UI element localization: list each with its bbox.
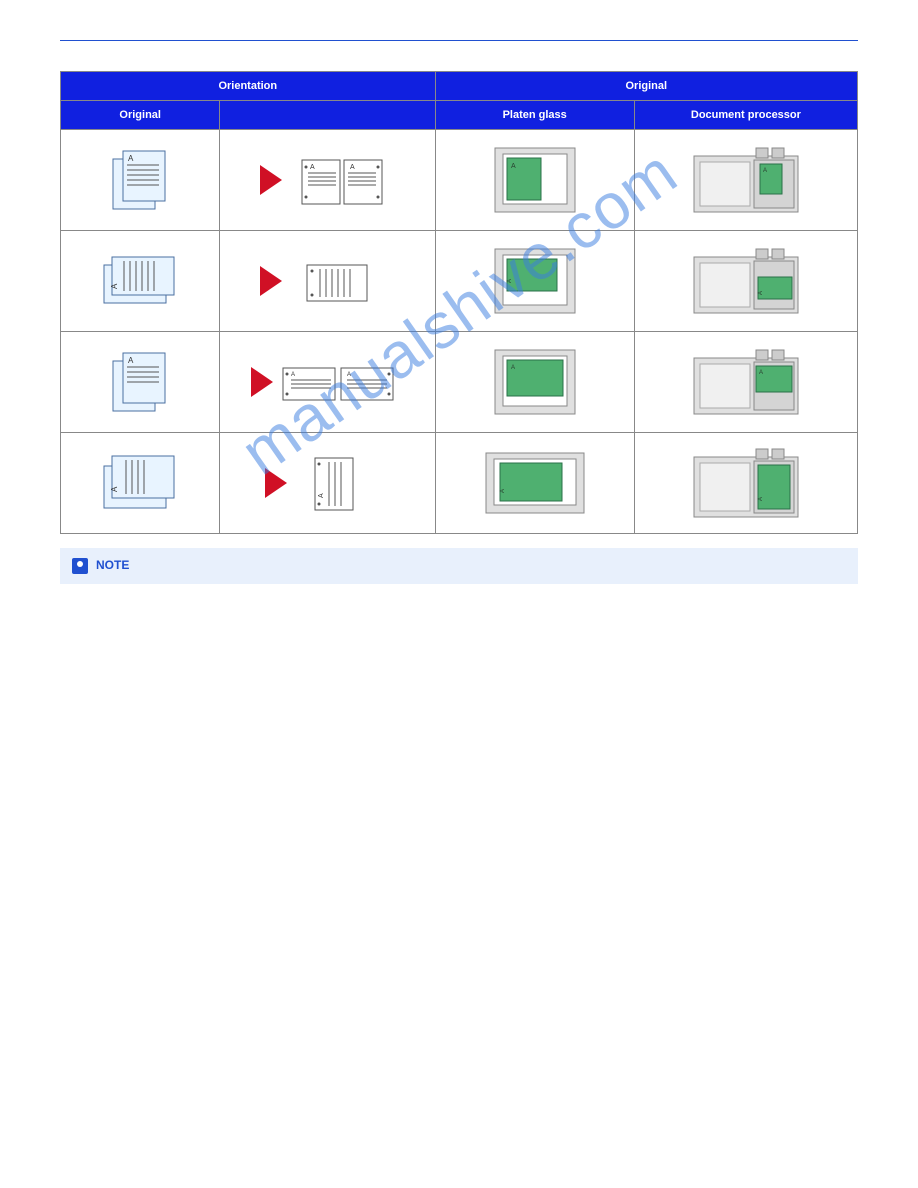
svg-text:A: A [347, 372, 351, 378]
th-docproc: Document processor [634, 101, 857, 130]
svg-text:A: A [291, 372, 295, 378]
note-box: NOTE [60, 548, 858, 584]
table-row: A A A [61, 130, 858, 231]
docproc-portrait-tall-icon: A [686, 443, 806, 523]
cell-original-3: A [61, 332, 220, 433]
cell-docproc-3: A [634, 332, 857, 433]
header-rule [60, 40, 858, 41]
landscape-pages-icon: A [90, 448, 190, 518]
cell-docproc-1: A [634, 130, 857, 231]
svg-text:A: A [318, 493, 325, 498]
svg-text:A: A [128, 356, 134, 365]
orientation-sizes-table: Orientation Original Original Platen gla… [60, 71, 858, 534]
cell-docproc-4: A [634, 433, 857, 534]
svg-text:A: A [500, 489, 506, 493]
arrow-output-portrait-icon: A [257, 448, 397, 518]
svg-text:A: A [110, 283, 119, 289]
th-output [220, 101, 435, 130]
cell-platen-1: A [435, 130, 634, 231]
th-orientation: Orientation [61, 72, 436, 101]
cell-output-1: A A [220, 130, 435, 231]
arrow-output-landscape-pair-icon: A A [247, 352, 407, 412]
portrait-pages-icon: A [95, 347, 185, 417]
landscape-pages-icon: A [90, 251, 190, 311]
cell-output-3: A A [220, 332, 435, 433]
cell-original-4: A [61, 433, 220, 534]
note-icon [72, 558, 88, 574]
docproc-landscape-icon: A [686, 243, 806, 319]
svg-text:A: A [128, 154, 134, 163]
platen-landscape-wide-icon: A [485, 342, 585, 422]
cell-original-1: A [61, 130, 220, 231]
svg-text:A: A [511, 365, 515, 371]
note-label: NOTE [96, 558, 129, 572]
arrow-output-landscape-icon [252, 251, 402, 311]
docproc-portrait-icon: A [686, 142, 806, 218]
cell-output-2 [220, 231, 435, 332]
docproc-landscape-wide-icon: A [686, 344, 806, 420]
platen-landscape-icon: A [485, 241, 585, 321]
cell-platen-2: A [435, 231, 634, 332]
table-row: A [61, 231, 858, 332]
th-platen: Platen glass [435, 101, 634, 130]
th-original-sub: Original [61, 101, 220, 130]
cell-output-4: A [220, 433, 435, 534]
svg-text:A: A [511, 163, 516, 170]
table-row: A A A [61, 332, 858, 433]
svg-text:A: A [759, 370, 763, 376]
arrow-output-icon: A A [252, 145, 402, 215]
cell-original-2: A [61, 231, 220, 332]
portrait-pages-icon: A [95, 145, 185, 215]
cell-platen-4: A [435, 433, 634, 534]
svg-text:A: A [350, 164, 355, 171]
table-row: A A A [61, 433, 858, 534]
svg-text:A: A [310, 164, 315, 171]
svg-text:A: A [110, 486, 119, 492]
svg-text:A: A [507, 279, 513, 283]
cell-platen-3: A [435, 332, 634, 433]
th-original: Original [435, 72, 857, 101]
svg-text:A: A [758, 497, 764, 501]
platen-wide-icon: A [480, 443, 590, 523]
cell-docproc-2: A [634, 231, 857, 332]
svg-text:A: A [758, 291, 764, 295]
platen-portrait-icon: A [485, 140, 585, 220]
svg-text:A: A [763, 168, 767, 174]
